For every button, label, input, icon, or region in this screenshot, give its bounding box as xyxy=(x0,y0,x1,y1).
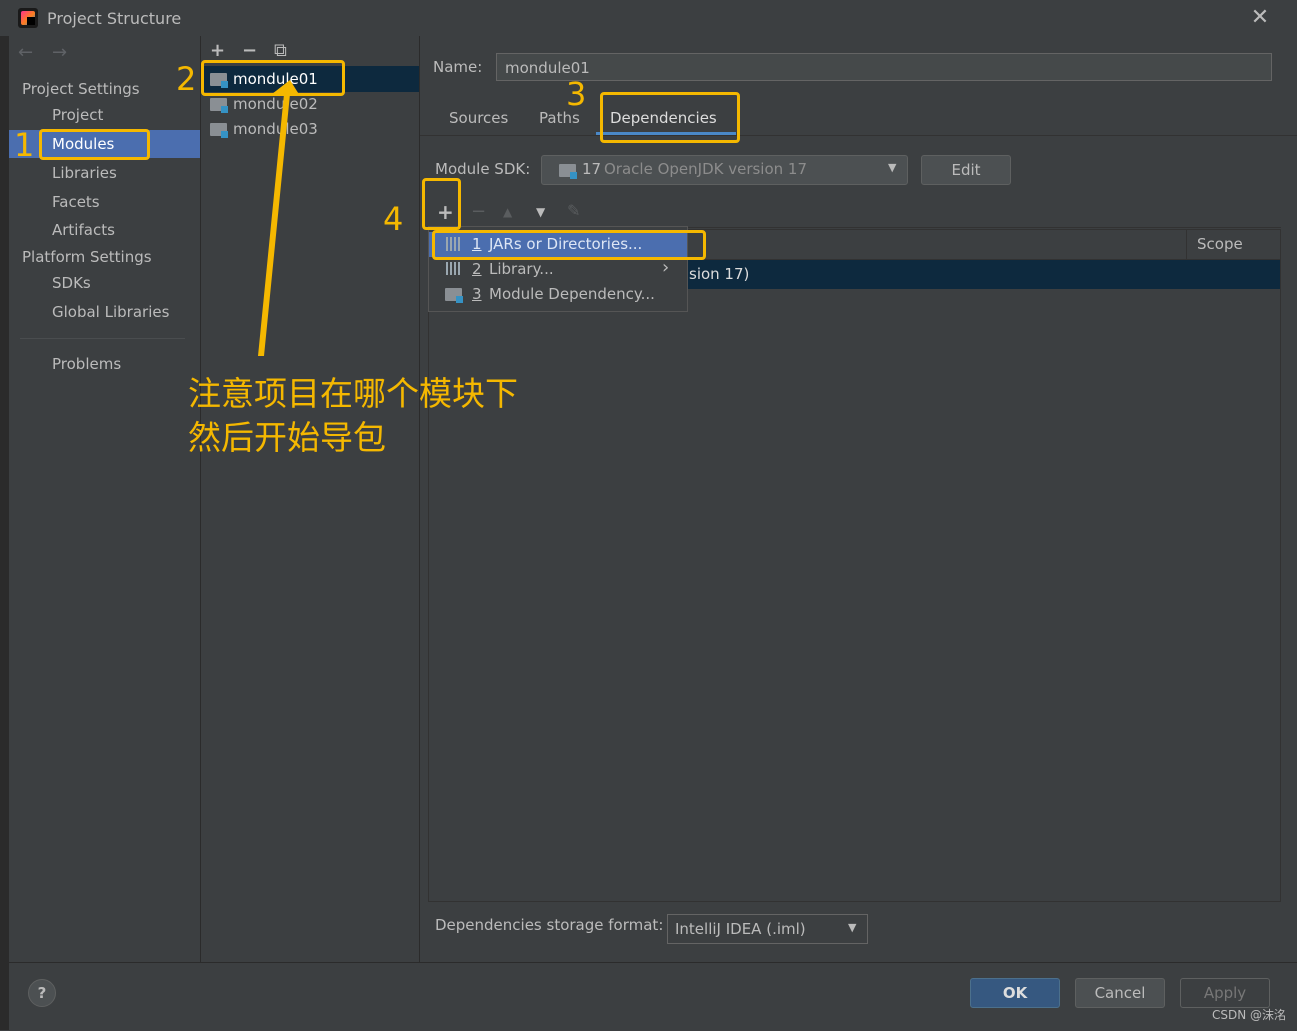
add-module-icon[interactable]: + xyxy=(210,40,225,61)
annotation-step-3: 3 xyxy=(566,75,587,113)
chevron-down-icon: ▼ xyxy=(888,161,897,174)
popup-item-number: 3 xyxy=(472,285,482,303)
module-sdk-dropdown[interactable]: 17 Oracle OpenJDK version 17 ▼ xyxy=(541,155,908,185)
forward-arrow-icon[interactable]: → xyxy=(52,42,67,63)
cancel-button[interactable]: Cancel xyxy=(1075,978,1165,1008)
module-folder-icon xyxy=(210,98,228,113)
module-folder-icon xyxy=(210,123,228,138)
sdk-name: Oracle OpenJDK version 17 xyxy=(604,160,808,178)
modules-list-panel xyxy=(201,36,420,962)
move-down-icon[interactable]: ▼ xyxy=(536,205,545,219)
copy-module-icon[interactable]: ⧉ xyxy=(274,40,287,61)
annotation-box-jars-item xyxy=(432,230,706,260)
title-bar xyxy=(0,0,1297,37)
annotation-arrow xyxy=(258,80,300,356)
storage-format-value: IntelliJ IDEA (.iml) xyxy=(675,920,806,938)
nav-item-sdks[interactable]: SDKs xyxy=(52,274,91,292)
nav-item-facets[interactable]: Facets xyxy=(52,193,100,211)
annotation-note-line-1: 注意项目在哪个模块下 xyxy=(188,374,518,413)
nav-item-libraries[interactable]: Libraries xyxy=(52,164,117,182)
window-title: Project Structure xyxy=(47,9,182,28)
name-label: Name: xyxy=(433,58,483,76)
nav-item-artifacts[interactable]: Artifacts xyxy=(52,221,115,239)
background-ide-strip xyxy=(0,36,9,1030)
dependencies-toolbar xyxy=(428,197,1281,228)
annotation-note-line-2: 然后开始导包 xyxy=(188,418,386,457)
sdk-version-number: 17 xyxy=(582,160,602,178)
annotation-note: 注意项目在哪个模块下 然后开始导包 xyxy=(188,372,518,460)
annotation-step-1: 1 xyxy=(14,126,35,164)
annotation-step-4: 4 xyxy=(383,200,404,238)
annotation-box-dependencies-tab xyxy=(600,92,740,143)
ok-button[interactable]: OK xyxy=(970,978,1060,1008)
back-arrow-icon[interactable]: ← xyxy=(18,42,33,63)
annotation-step-2: 2 xyxy=(176,60,197,98)
module-dependency-icon xyxy=(445,288,463,303)
close-icon[interactable]: ✕ xyxy=(1248,6,1272,30)
edit-sdk-button[interactable]: Edit xyxy=(921,155,1011,185)
module-name-input[interactable]: mondule01 xyxy=(496,53,1272,81)
library-icon xyxy=(446,262,462,275)
submenu-arrow-icon: › xyxy=(662,257,670,278)
popup-item-module-dependency[interactable]: Module Dependency... xyxy=(489,285,655,303)
storage-format-dropdown[interactable]: IntelliJ IDEA (.iml) ▼ xyxy=(667,914,868,944)
nav-header-platform-settings: Platform Settings xyxy=(22,248,152,266)
nav-header-project-settings: Project Settings xyxy=(22,80,140,98)
module-sdk-label: Module SDK: xyxy=(435,160,531,178)
annotation-box-add-button xyxy=(422,178,461,230)
help-button[interactable]: ? xyxy=(28,979,56,1007)
apply-button[interactable]: Apply xyxy=(1180,978,1270,1008)
annotation-box-modules xyxy=(39,129,150,160)
intellij-logo-icon xyxy=(18,8,38,28)
sdk-folder-icon xyxy=(559,164,577,179)
dependencies-table xyxy=(428,229,1281,902)
watermark: CSDN @沫洺 xyxy=(1212,1008,1287,1022)
column-separator xyxy=(1186,229,1187,260)
tab-sources[interactable]: Sources xyxy=(449,109,508,127)
nav-item-project[interactable]: Project xyxy=(52,106,103,124)
tabs-divider xyxy=(420,135,1297,136)
chevron-down-icon: ▼ xyxy=(848,921,857,934)
dependency-row-text: sion 17) xyxy=(689,265,750,283)
remove-dependency-icon[interactable]: − xyxy=(471,201,486,222)
remove-module-icon[interactable]: − xyxy=(242,40,257,61)
move-up-icon[interactable]: ▲ xyxy=(503,205,512,219)
scope-column-header[interactable]: Scope xyxy=(1197,235,1243,253)
storage-format-label: Dependencies storage format: xyxy=(435,916,664,934)
nav-item-global-libraries[interactable]: Global Libraries xyxy=(52,303,169,321)
nav-divider xyxy=(20,338,185,339)
popup-item-library[interactable]: Library... xyxy=(489,260,554,278)
edit-pencil-icon[interactable]: ✎ xyxy=(567,201,580,220)
nav-item-problems[interactable]: Problems xyxy=(52,355,121,373)
popup-item-number: 2 xyxy=(472,260,482,278)
